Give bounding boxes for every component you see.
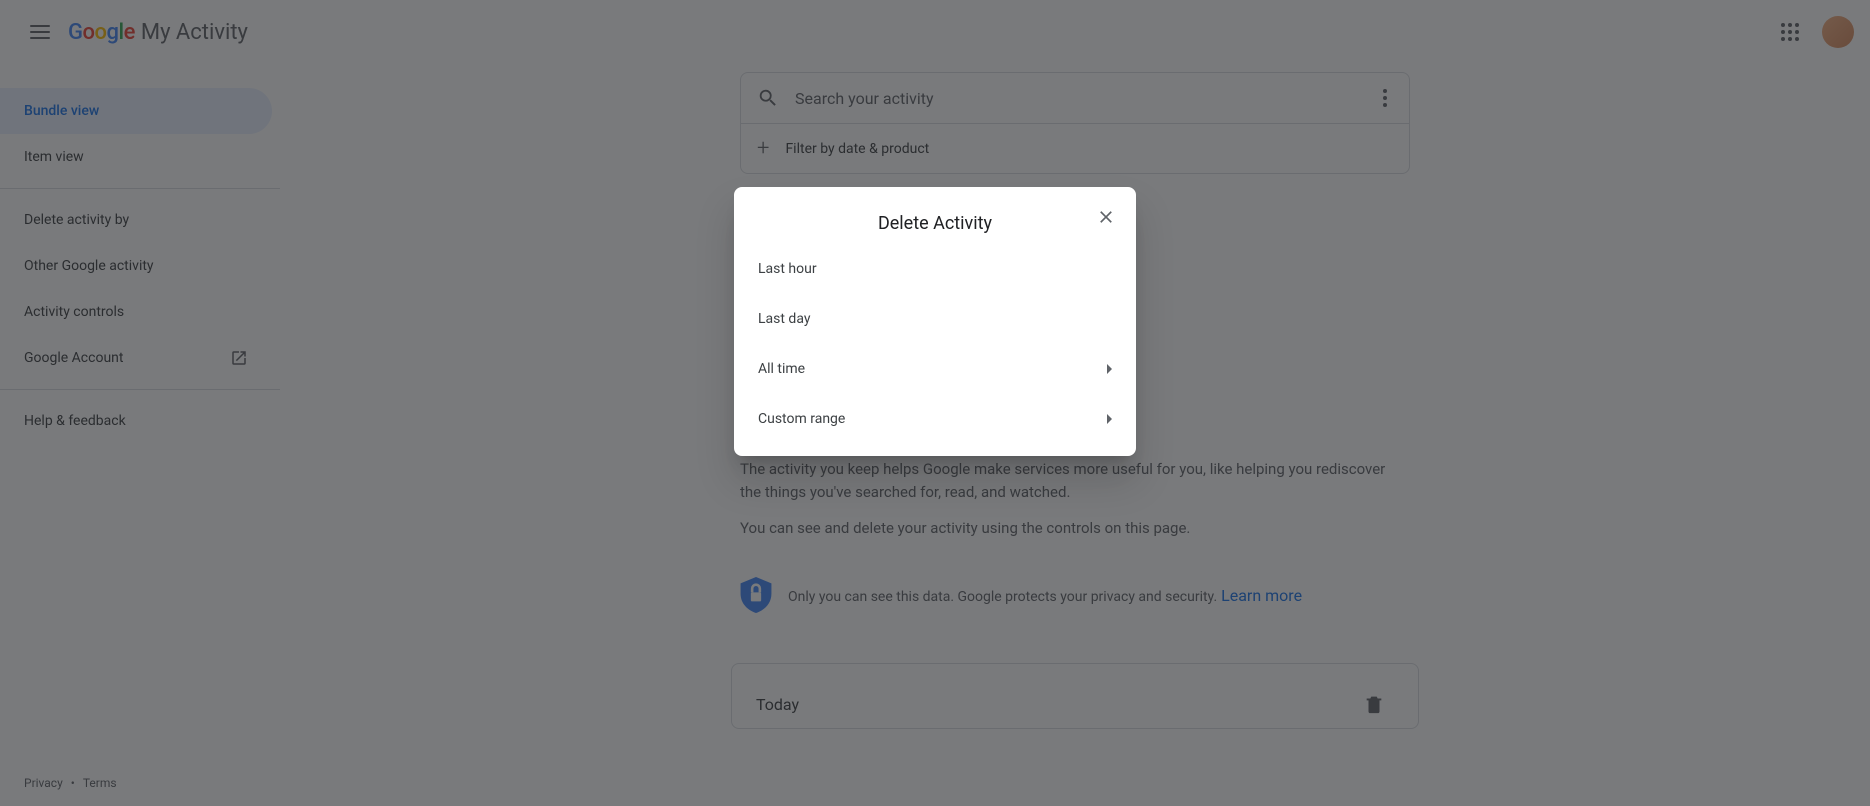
delete-activity-dialog: Delete Activity Last hour Last day All t… (734, 187, 1136, 456)
close-icon (1096, 207, 1116, 227)
dialog-close-button[interactable] (1086, 197, 1126, 237)
option-label: Last day (758, 311, 810, 327)
option-label: All time (758, 361, 805, 377)
dialog-option-custom-range[interactable]: Custom range (734, 394, 1136, 444)
dialog-option-last-hour[interactable]: Last hour (734, 244, 1136, 294)
modal-scrim[interactable]: Delete Activity Last hour Last day All t… (0, 0, 1870, 806)
dialog-title: Delete Activity (734, 187, 1136, 244)
dialog-option-last-day[interactable]: Last day (734, 294, 1136, 344)
chevron-right-icon (1107, 364, 1112, 374)
option-label: Custom range (758, 411, 845, 427)
chevron-right-icon (1107, 414, 1112, 424)
option-label: Last hour (758, 261, 817, 277)
dialog-option-all-time[interactable]: All time (734, 344, 1136, 394)
